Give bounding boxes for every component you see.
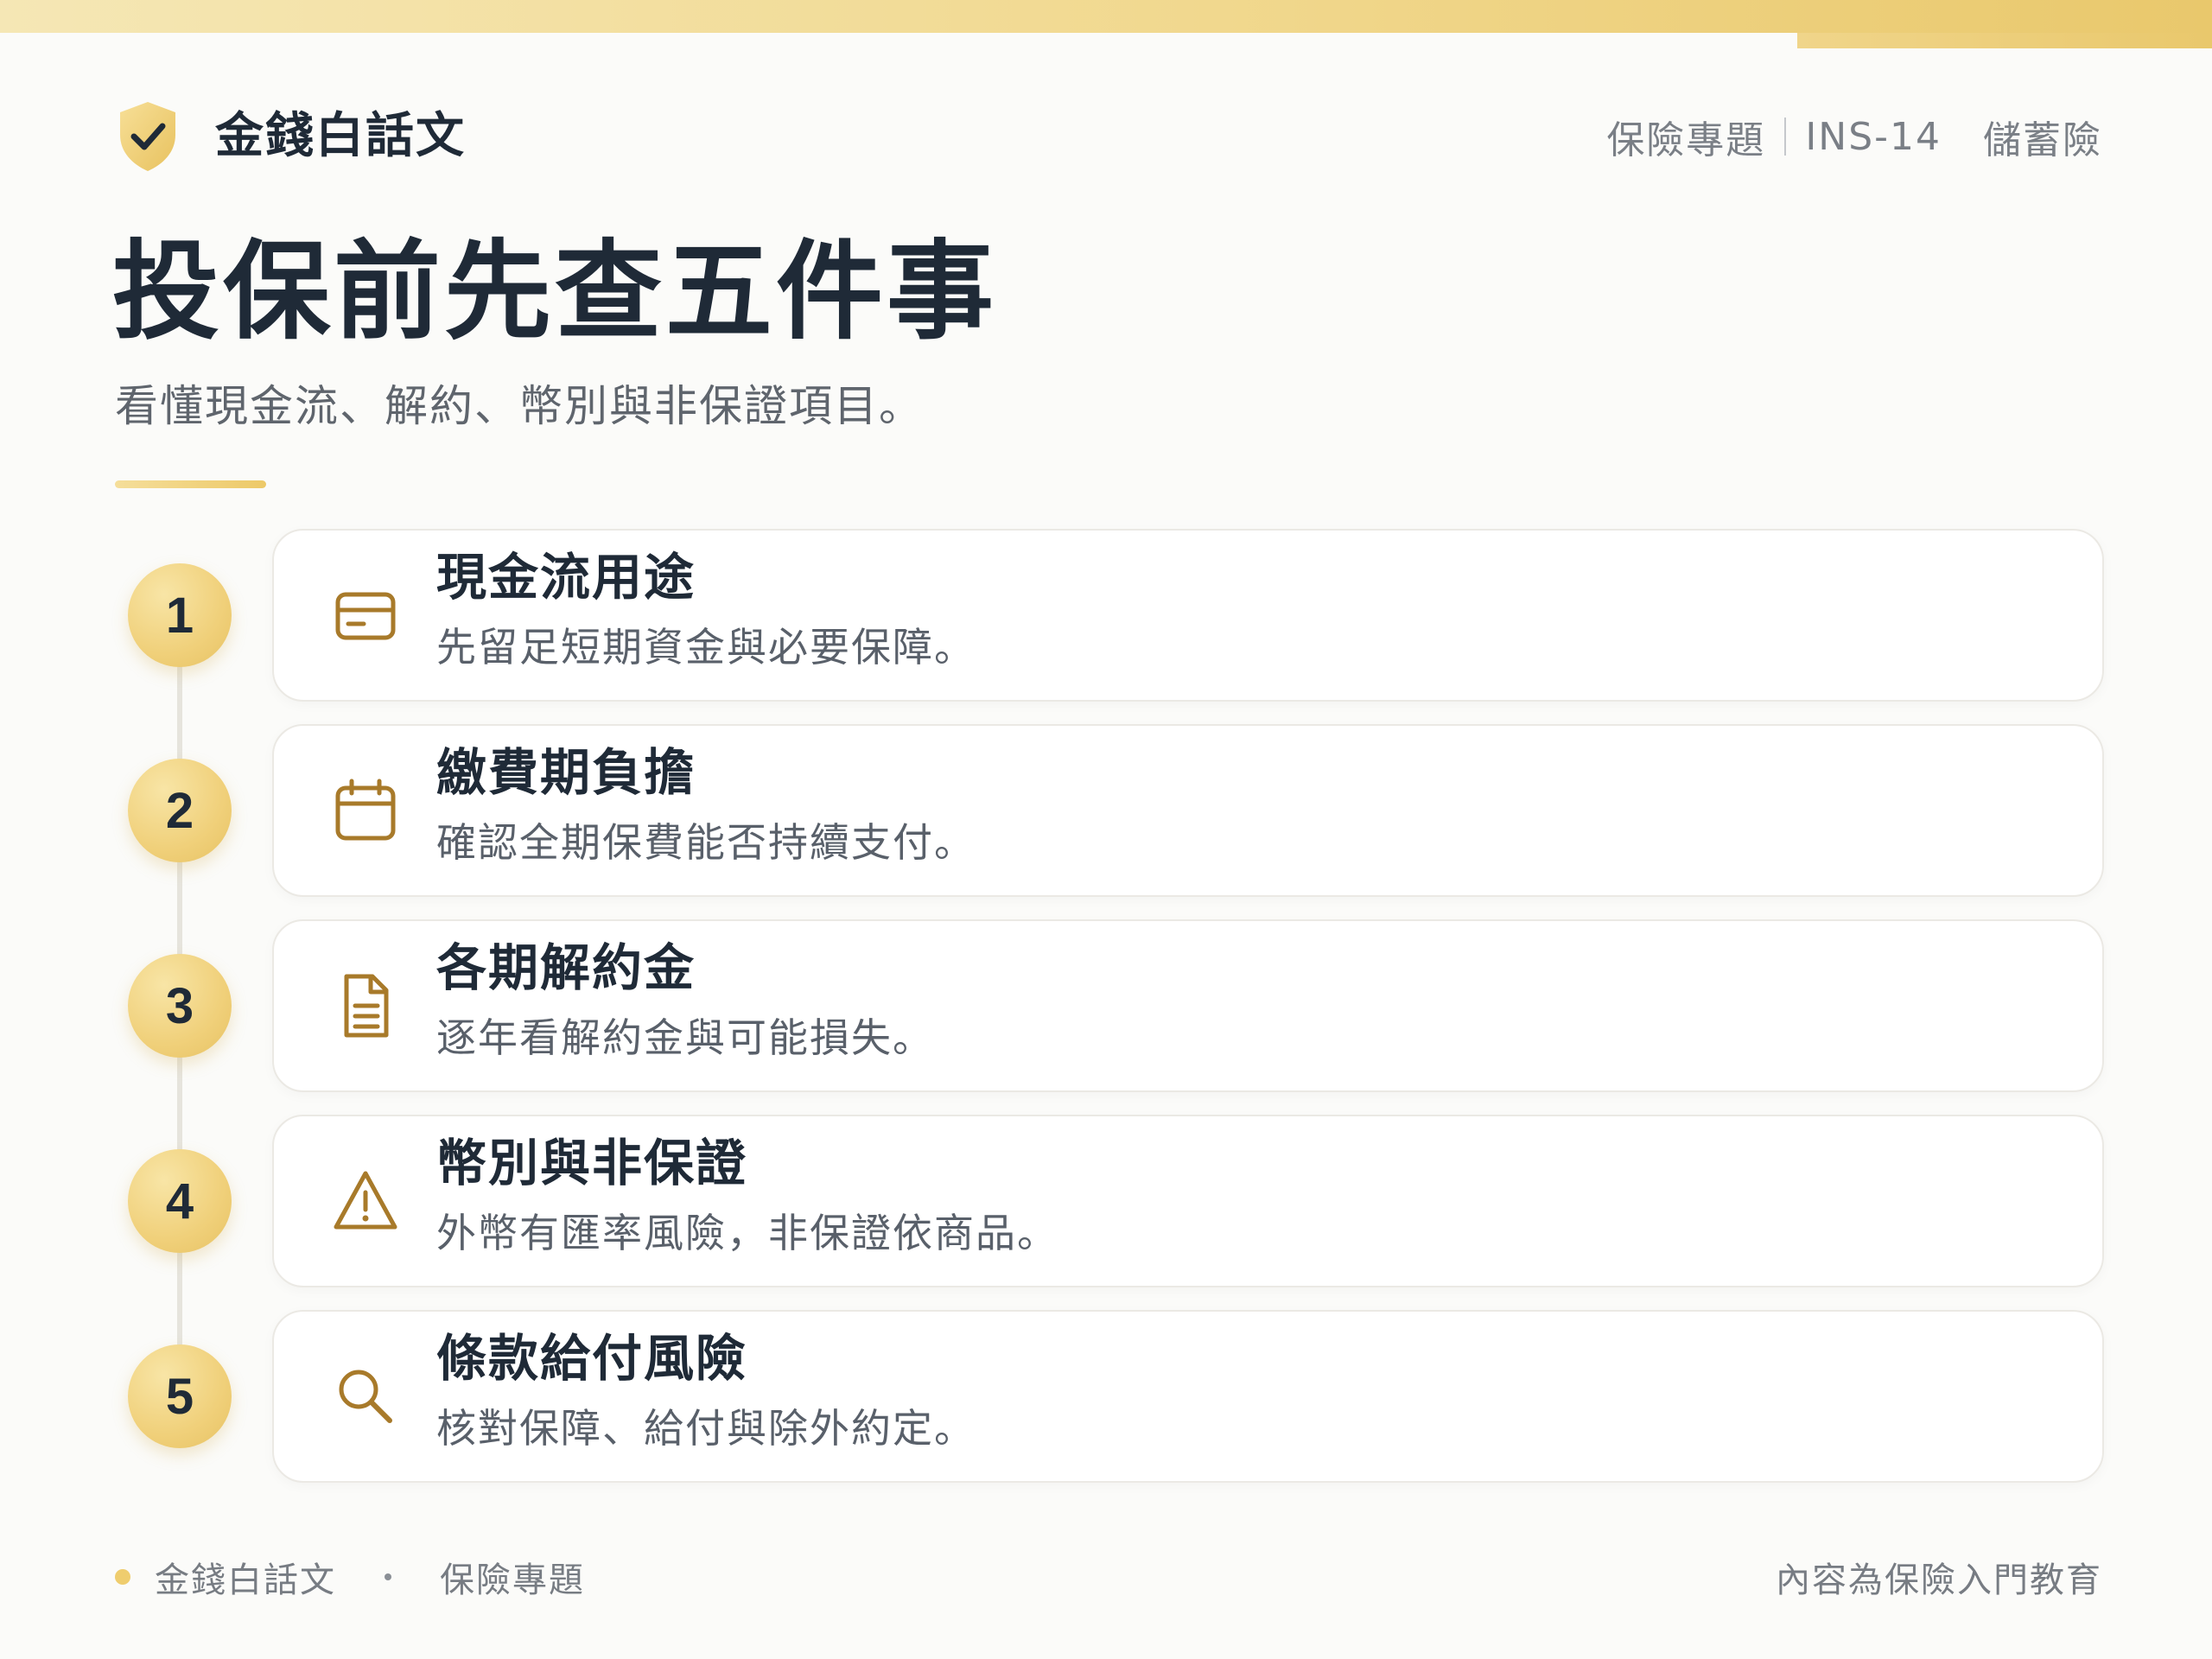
step-item: 5 條款給付風險 核對保障、給付與除外約定。 (0, 1310, 2212, 1483)
header-meta: 保險專題 INS-14 儲蓄險 (1606, 93, 2102, 180)
meta-code: INS-14 (1805, 114, 1942, 159)
meta-category: 保險專題 (1606, 118, 1766, 162)
step-card: 幣別與非保證 外幣有匯率風險，非保證依商品。 (272, 1115, 2104, 1287)
brand: 金錢白話文 (115, 93, 466, 180)
shield-check-icon (120, 102, 175, 171)
step-description: 逐年看解約金與可能損失。 (436, 1014, 934, 1061)
step-number-badge: 1 (128, 563, 232, 667)
step-title: 繳費期負擔 (436, 743, 696, 802)
document-icon (344, 974, 389, 1038)
footer-category: 保險專題 (440, 1560, 585, 1600)
footer-bullet-icon (385, 1573, 391, 1580)
step-card: 條款給付風險 核對保障、給付與除外約定。 (272, 1310, 2104, 1483)
step-title: 各期解約金 (436, 938, 696, 997)
step-description: 核對保障、給付與除外約定。 (436, 1405, 976, 1452)
step-title: 現金流用途 (436, 548, 696, 607)
step-item: 2 繳費期負擔 確認全期保費能否持續支付。 (0, 724, 2212, 897)
page-title: 投保前先查五件事 (112, 230, 998, 354)
top-accent-notch (1797, 33, 2212, 48)
step-title: 幣別與非保證 (436, 1134, 748, 1192)
step-card: 繳費期負擔 確認全期保費能否持續支付。 (272, 724, 2104, 897)
header: 金錢白話文 保險專題 INS-14 儲蓄險 (115, 93, 2102, 180)
step-number-badge: 3 (128, 954, 232, 1058)
step-description: 先留足短期資金與必要保障。 (436, 624, 976, 671)
brand-name: 金錢白話文 (215, 108, 466, 164)
step-description: 確認全期保費能否持續支付。 (436, 819, 976, 866)
step-description: 外幣有匯率風險，非保證依商品。 (436, 1210, 1058, 1256)
step-card: 現金流用途 先留足短期資金與必要保障。 (272, 529, 2104, 702)
calendar-icon (335, 779, 396, 841)
step-item: 4 幣別與非保證 外幣有匯率風險，非保證依商品。 (0, 1115, 2212, 1287)
top-accent-bar (0, 0, 2212, 33)
meta-separator (1784, 118, 1787, 156)
step-title: 條款給付風險 (436, 1329, 748, 1388)
step-number-badge: 2 (128, 759, 232, 862)
meta-topic: 儲蓄險 (1983, 118, 2102, 162)
footer-note: 內容為保險入門教育 (1776, 1560, 2102, 1600)
page-subtitle: 看懂現金流、解約、幣別與非保證項目。 (115, 381, 924, 431)
footer-left: 金錢白話文 保險專題 (115, 1547, 585, 1607)
footer-dot-icon (115, 1569, 130, 1585)
footer: 金錢白話文 保險專題 內容為保險入門教育 (115, 1547, 2102, 1607)
warning-icon (334, 1171, 397, 1230)
step-item: 3 各期解約金 逐年看解約金與可能損失。 (0, 919, 2212, 1092)
step-card: 各期解約金 逐年看解約金與可能損失。 (272, 919, 2104, 1092)
credit-card-icon (335, 592, 396, 640)
step-item: 1 現金流用途 先留足短期資金與必要保障。 (0, 529, 2212, 702)
page: 金錢白話文 保險專題 INS-14 儲蓄險 投保前先查五件事 看懂現金流、解約、… (0, 0, 2212, 1659)
search-icon (339, 1370, 392, 1423)
accent-divider (115, 480, 266, 488)
step-number-badge: 5 (128, 1344, 232, 1448)
footer-brand: 金錢白話文 (155, 1560, 336, 1600)
step-number-badge: 4 (128, 1149, 232, 1253)
